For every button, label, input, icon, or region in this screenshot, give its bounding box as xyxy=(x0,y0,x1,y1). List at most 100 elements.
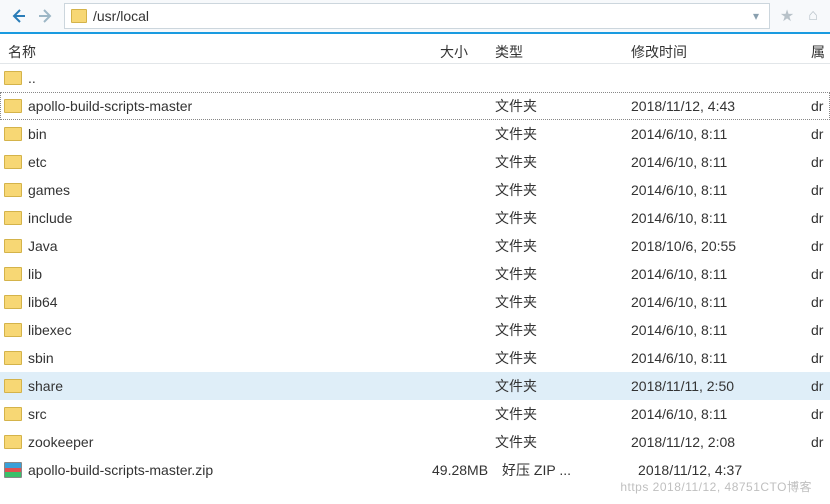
cell-name: lib64 xyxy=(0,294,432,310)
header-mtime[interactable]: 修改时间 xyxy=(623,42,803,62)
table-row[interactable]: zookeeper 文件夹2018/11/12, 2:08dr xyxy=(0,428,830,456)
folder-icon xyxy=(4,267,22,281)
table-row[interactable]: libexec文件夹2014/6/10, 8:11dr xyxy=(0,316,830,344)
file-name: sbin xyxy=(28,350,54,366)
file-name: apollo-build-scripts-master xyxy=(28,98,192,114)
file-name: src xyxy=(28,406,47,422)
folder-icon xyxy=(4,435,22,449)
cell-attr: dr xyxy=(803,126,828,142)
table-row[interactable]: .. xyxy=(0,64,830,92)
folder-icon xyxy=(4,127,22,141)
table-row[interactable]: Java文件夹2018/10/6, 20:55dr xyxy=(0,232,830,260)
address-bar[interactable]: /usr/local ▾ xyxy=(64,3,770,29)
table-row[interactable]: bin文件夹2014/6/10, 8:11dr xyxy=(0,120,830,148)
cell-type: 文件夹 xyxy=(487,208,623,228)
toolbar: /usr/local ▾ ★ ⌂ xyxy=(0,0,830,34)
address-path: /usr/local xyxy=(93,8,749,24)
arrow-right-icon xyxy=(38,8,54,24)
cell-mtime: 2014/6/10, 8:11 xyxy=(623,406,803,422)
folder-icon xyxy=(4,211,22,225)
cell-type: 文件夹 xyxy=(487,264,623,284)
table-row[interactable]: etc文件夹2014/6/10, 8:11dr xyxy=(0,148,830,176)
cell-name: libexec xyxy=(0,322,432,338)
cell-name: etc xyxy=(0,154,432,170)
file-name: zookeeper xyxy=(28,434,93,450)
file-name: libexec xyxy=(28,322,72,338)
cell-attr: dr xyxy=(803,434,828,450)
cell-type: 文件夹 xyxy=(487,152,623,172)
file-name: bin xyxy=(28,126,47,142)
cell-type: 好压 ZIP ... xyxy=(494,460,630,480)
file-name: Java xyxy=(28,238,58,254)
cell-mtime: 2014/6/10, 8:11 xyxy=(623,350,803,366)
cell-mtime: 2018/11/12, 2:08 xyxy=(623,434,803,450)
header-size[interactable]: 大小 xyxy=(432,42,487,62)
cell-name: src xyxy=(0,406,432,422)
cell-mtime: 2014/6/10, 8:11 xyxy=(623,210,803,226)
folder-icon xyxy=(4,183,22,197)
file-name: games xyxy=(28,182,70,198)
header-attr[interactable]: 属 xyxy=(803,42,828,62)
table-row[interactable]: apollo-build-scripts-master 文件夹2018/11/12… xyxy=(0,92,830,120)
chevron-down-icon[interactable]: ▾ xyxy=(749,9,763,23)
cell-type: 文件夹 xyxy=(487,292,623,312)
cell-attr: dr xyxy=(803,378,828,394)
cell-type: 文件夹 xyxy=(487,320,623,340)
cell-attr: dr xyxy=(803,266,828,282)
cell-name: lib xyxy=(0,266,432,282)
header-type[interactable]: 类型 xyxy=(487,42,623,62)
cell-name: apollo-build-scripts-master.zip xyxy=(0,462,432,478)
table-row[interactable]: share 文件夹2018/11/11, 2:50dr xyxy=(0,372,830,400)
cell-type: 文件夹 xyxy=(487,404,623,424)
table-row[interactable]: lib64 文件夹2014/6/10, 8:11dr xyxy=(0,288,830,316)
table-row[interactable]: sbin文件夹2014/6/10, 8:11dr xyxy=(0,344,830,372)
home-icon: ⌂ xyxy=(808,7,818,25)
cell-mtime: 2018/11/11, 2:50 xyxy=(623,378,803,394)
arrow-left-icon xyxy=(10,8,26,24)
bookmark-button[interactable]: ★ xyxy=(774,3,800,29)
cell-attr: dr xyxy=(803,406,828,422)
table-row[interactable]: lib文件夹2014/6/10, 8:11dr xyxy=(0,260,830,288)
table-row[interactable]: apollo-build-scripts-master.zip 49.28MB好压… xyxy=(0,456,830,484)
folder-icon xyxy=(71,9,87,23)
folder-icon xyxy=(4,351,22,365)
file-name: share xyxy=(28,378,63,394)
cell-size: 49.28MB xyxy=(432,462,494,478)
cell-type: 文件夹 xyxy=(487,124,623,144)
cell-attr: dr xyxy=(803,98,828,114)
cell-name: share xyxy=(0,378,432,394)
cell-type: 文件夹 xyxy=(487,348,623,368)
cell-mtime: 2014/6/10, 8:11 xyxy=(623,154,803,170)
cell-attr: dr xyxy=(803,322,828,338)
cell-name: .. xyxy=(0,70,432,86)
cell-type: 文件夹 xyxy=(487,432,623,452)
cell-mtime: 2018/11/12, 4:43 xyxy=(623,98,803,114)
archive-icon xyxy=(4,462,22,478)
cell-name: Java xyxy=(0,238,432,254)
folder-icon xyxy=(4,295,22,309)
star-icon: ★ xyxy=(780,6,794,26)
cell-attr: dr xyxy=(803,294,828,310)
cell-type: 文件夹 xyxy=(487,96,623,116)
home-button[interactable]: ⌂ xyxy=(800,3,826,29)
file-name: lib xyxy=(28,266,42,282)
folder-icon xyxy=(4,99,22,113)
cell-attr: dr xyxy=(803,238,828,254)
file-name: apollo-build-scripts-master.zip xyxy=(28,462,213,478)
header-name[interactable]: 名称 xyxy=(0,42,432,62)
back-button[interactable] xyxy=(4,3,32,29)
cell-name: include xyxy=(0,210,432,226)
folder-up-icon xyxy=(4,71,22,85)
file-name: include xyxy=(28,210,72,226)
cell-name: apollo-build-scripts-master xyxy=(0,98,432,114)
table-row[interactable]: include文件夹2014/6/10, 8:11dr xyxy=(0,204,830,232)
forward-button[interactable] xyxy=(32,3,60,29)
folder-icon xyxy=(4,155,22,169)
column-headers: 名称 大小 类型 修改时间 属 xyxy=(0,34,830,64)
cell-name: sbin xyxy=(0,350,432,366)
cell-type: 文件夹 xyxy=(487,376,623,396)
table-row[interactable]: games文件夹2014/6/10, 8:11dr xyxy=(0,176,830,204)
folder-icon xyxy=(4,323,22,337)
table-row[interactable]: src 文件夹2014/6/10, 8:11dr xyxy=(0,400,830,428)
cell-mtime: 2014/6/10, 8:11 xyxy=(623,294,803,310)
